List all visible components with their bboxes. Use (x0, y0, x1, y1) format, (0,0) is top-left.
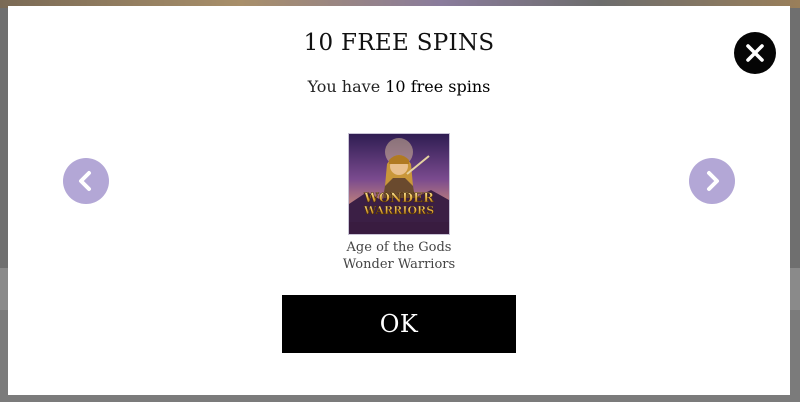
game-name-line2: Wonder Warriors (342, 257, 456, 272)
close-button[interactable] (734, 32, 776, 74)
game-name: Age of the Gods Wonder Warriors (299, 239, 499, 273)
subtitle-highlight: 10 free spins (385, 77, 491, 96)
chevron-left-icon (79, 171, 91, 191)
thumb-logo-line2: WARRIORS (363, 204, 434, 217)
next-game-button[interactable] (689, 158, 735, 204)
close-icon (746, 44, 764, 62)
chevron-right-icon (707, 171, 719, 191)
free-spins-modal: 10 FREE SPINS You have 10 free spins WON… (8, 6, 790, 395)
game-thumbnail: WONDER WARRIORS (348, 133, 450, 235)
game-name-line1: Age of the Gods (346, 240, 452, 255)
subtitle-prefix: You have (307, 77, 386, 96)
game-tile[interactable]: WONDER WARRIORS (348, 133, 450, 235)
modal-subtitle: You have 10 free spins (8, 77, 790, 96)
previous-game-button[interactable] (63, 158, 109, 204)
ok-button[interactable]: OK (282, 295, 516, 353)
modal-title: 10 FREE SPINS (303, 30, 495, 56)
